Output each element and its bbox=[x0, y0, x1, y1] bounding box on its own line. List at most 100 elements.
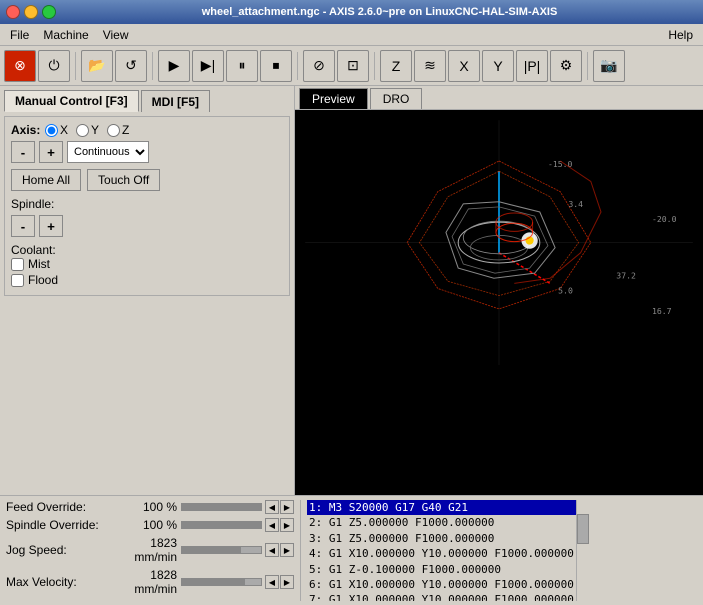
jog-row: - + Continuous bbox=[11, 141, 283, 163]
gcode-line[interactable]: 5: G1 Z-0.100000 F1000.000000 bbox=[307, 562, 576, 577]
coolant-flood-checkbox[interactable] bbox=[11, 274, 24, 287]
axis-x-input[interactable] bbox=[45, 124, 58, 137]
axis-z-input[interactable] bbox=[107, 124, 120, 137]
spindle-override-up[interactable]: ▶ bbox=[280, 518, 294, 532]
menubar: File Machine View Help bbox=[0, 24, 703, 46]
3d-preview-svg: 37.2 16.7 3.4 -20.0 5.0 -15.0 bbox=[295, 110, 703, 375]
maximize-button[interactable] bbox=[42, 5, 56, 19]
svg-text:5.0: 5.0 bbox=[558, 286, 573, 296]
axis-y-input[interactable] bbox=[76, 124, 89, 137]
spindle-override-value: 100 % bbox=[126, 518, 181, 532]
max-velocity-value: 1828 mm/min bbox=[126, 568, 181, 596]
machine-power-button[interactable]: ⏻ bbox=[38, 50, 70, 82]
jog-speed-down[interactable]: ◀ bbox=[265, 543, 279, 557]
run-from-line-button[interactable]: ▶| bbox=[192, 50, 224, 82]
gcode-scrollbar-thumb[interactable] bbox=[577, 514, 589, 544]
max-velocity-up[interactable]: ▶ bbox=[280, 575, 294, 589]
main-content: Manual Control [F3] MDI [F5] Axis: X Y Z bbox=[0, 86, 703, 495]
axis-x-radio[interactable]: X bbox=[45, 123, 68, 137]
feed-override-arrows: ◀ ▶ bbox=[265, 500, 294, 514]
flood-button[interactable]: ≋ bbox=[414, 50, 446, 82]
gcode-line[interactable]: 4: G1 X10.000000 Y10.000000 F1000.000000 bbox=[307, 546, 576, 561]
coolant-mist-label: Mist bbox=[28, 257, 50, 271]
gcode-line[interactable]: 1: M3 S20000 G17 G40 G21 bbox=[307, 500, 576, 515]
menu-file[interactable]: File bbox=[4, 26, 35, 44]
window-title: wheel_attachment.ngc - AXIS 2.6.0~pre on… bbox=[62, 6, 697, 18]
gcode-line[interactable]: 7: G1 X10.000000 Y10.000000 F1000.000000 bbox=[307, 592, 576, 601]
tab-preview[interactable]: Preview bbox=[299, 88, 368, 109]
jog-mode-select[interactable]: Continuous bbox=[67, 141, 149, 163]
pause-button[interactable]: ⏸ bbox=[226, 50, 258, 82]
tab-manual-control[interactable]: Manual Control [F3] bbox=[4, 90, 139, 112]
right-panel: Preview DRO X: 15.000 ✛ Y: 10.341 ✛ Z: bbox=[295, 86, 703, 495]
gcode-lines[interactable]: 1: M3 S20000 G17 G40 G212: G1 Z5.000000 … bbox=[307, 500, 576, 601]
estop-button[interactable]: ⊗ bbox=[4, 50, 36, 82]
home-all-button[interactable]: Home All bbox=[11, 169, 81, 191]
max-velocity-down[interactable]: ◀ bbox=[265, 575, 279, 589]
coolant-mist-checkbox[interactable] bbox=[11, 258, 24, 271]
spindle-controls: - + bbox=[11, 215, 283, 237]
gcode-line[interactable]: 6: G1 X10.000000 Y10.000000 F1000.000000 bbox=[307, 577, 576, 592]
spindle-override-label: Spindle Override: bbox=[6, 518, 126, 532]
toolbar: ⊗ ⏻ 📂 ↺ ▶ ▶| ⏸ ⏹ ⊘ ⊡ Z ≋ X Y |P| ⚙ 📷 bbox=[0, 46, 703, 86]
titlebar: wheel_attachment.ngc - AXIS 2.6.0~pre on… bbox=[0, 0, 703, 24]
coolant-section: Coolant: Mist Flood bbox=[11, 243, 283, 287]
feed-override-down[interactable]: ◀ bbox=[265, 500, 279, 514]
jog-speed-up[interactable]: ▶ bbox=[280, 543, 294, 557]
axis-radio-group: X Y Z bbox=[45, 123, 129, 137]
spindle-override-down[interactable]: ◀ bbox=[265, 518, 279, 532]
spindle-plus-button[interactable]: + bbox=[39, 215, 63, 237]
svg-text:-20.0: -20.0 bbox=[652, 214, 677, 224]
home-row: Home All Touch Off bbox=[11, 169, 283, 191]
z-axis-button[interactable]: |P| bbox=[516, 50, 548, 82]
gcode-scroll-container: 1: M3 S20000 G17 G40 G212: G1 Z5.000000 … bbox=[307, 500, 697, 601]
tab-mdi[interactable]: MDI [F5] bbox=[141, 90, 210, 112]
camera-button[interactable]: 📷 bbox=[593, 50, 625, 82]
axis-z-radio[interactable]: Z bbox=[107, 123, 129, 137]
y-axis-button[interactable]: Y bbox=[482, 50, 514, 82]
minimize-button[interactable] bbox=[24, 5, 38, 19]
menu-machine[interactable]: Machine bbox=[37, 26, 94, 44]
left-panel: Manual Control [F3] MDI [F5] Axis: X Y Z bbox=[0, 86, 295, 495]
gcode-line[interactable]: 2: G1 Z5.000000 F1000.000000 bbox=[307, 515, 576, 530]
spindle-minus-button[interactable]: - bbox=[11, 215, 35, 237]
feed-override-fill bbox=[182, 504, 261, 510]
control-tabs: Manual Control [F3] MDI [F5] bbox=[4, 90, 290, 112]
axis-label: Axis: bbox=[11, 123, 41, 137]
svg-text:37.2: 37.2 bbox=[616, 270, 636, 280]
jog-speed-track[interactable] bbox=[181, 546, 262, 554]
coolant-mist-row: Mist bbox=[11, 257, 283, 271]
feed-override-up[interactable]: ▶ bbox=[280, 500, 294, 514]
feed-override-track[interactable] bbox=[181, 503, 262, 511]
tab-dro[interactable]: DRO bbox=[370, 88, 423, 109]
coolant-flood-label: Flood bbox=[28, 273, 58, 287]
open-file-button[interactable]: 📂 bbox=[81, 50, 113, 82]
jog-plus-button[interactable]: + bbox=[39, 141, 63, 163]
reload-button[interactable]: ↺ bbox=[115, 50, 147, 82]
tool-change-button[interactable]: ⚙ bbox=[550, 50, 582, 82]
stop-button[interactable]: ⏹ bbox=[260, 50, 292, 82]
gcode-panel: 1: M3 S20000 G17 G40 G212: G1 Z5.000000 … bbox=[301, 500, 697, 601]
sliders-section: Feed Override: 100 % ◀ ▶ Spindle Overrid… bbox=[6, 500, 301, 601]
z-inhibit-button[interactable]: Z bbox=[380, 50, 412, 82]
optional-stop-button[interactable]: ⊡ bbox=[337, 50, 369, 82]
manual-control-box: Axis: X Y Z - + Cont bbox=[4, 116, 290, 296]
svg-text:3.4: 3.4 bbox=[568, 199, 583, 209]
toolbar-sep-1 bbox=[75, 52, 76, 80]
close-button[interactable] bbox=[6, 5, 20, 19]
menu-help[interactable]: Help bbox=[662, 26, 699, 44]
max-velocity-track[interactable] bbox=[181, 578, 262, 586]
touch-off-button[interactable]: Touch Off bbox=[87, 169, 160, 191]
gcode-line[interactable]: 3: G1 Z5.000000 F1000.000000 bbox=[307, 531, 576, 546]
feed-override-row: Feed Override: 100 % ◀ ▶ bbox=[6, 500, 294, 514]
spindle-override-track[interactable] bbox=[181, 521, 262, 529]
spindle-section: Spindle: - + bbox=[11, 197, 283, 237]
jog-minus-button[interactable]: - bbox=[11, 141, 35, 163]
block-delete-button[interactable]: ⊘ bbox=[303, 50, 335, 82]
gcode-scrollbar[interactable] bbox=[576, 500, 590, 601]
menu-view[interactable]: View bbox=[97, 26, 135, 44]
max-velocity-arrows: ◀ ▶ bbox=[265, 575, 294, 589]
run-button[interactable]: ▶ bbox=[158, 50, 190, 82]
x-axis-button[interactable]: X bbox=[448, 50, 480, 82]
axis-y-radio[interactable]: Y bbox=[76, 123, 99, 137]
